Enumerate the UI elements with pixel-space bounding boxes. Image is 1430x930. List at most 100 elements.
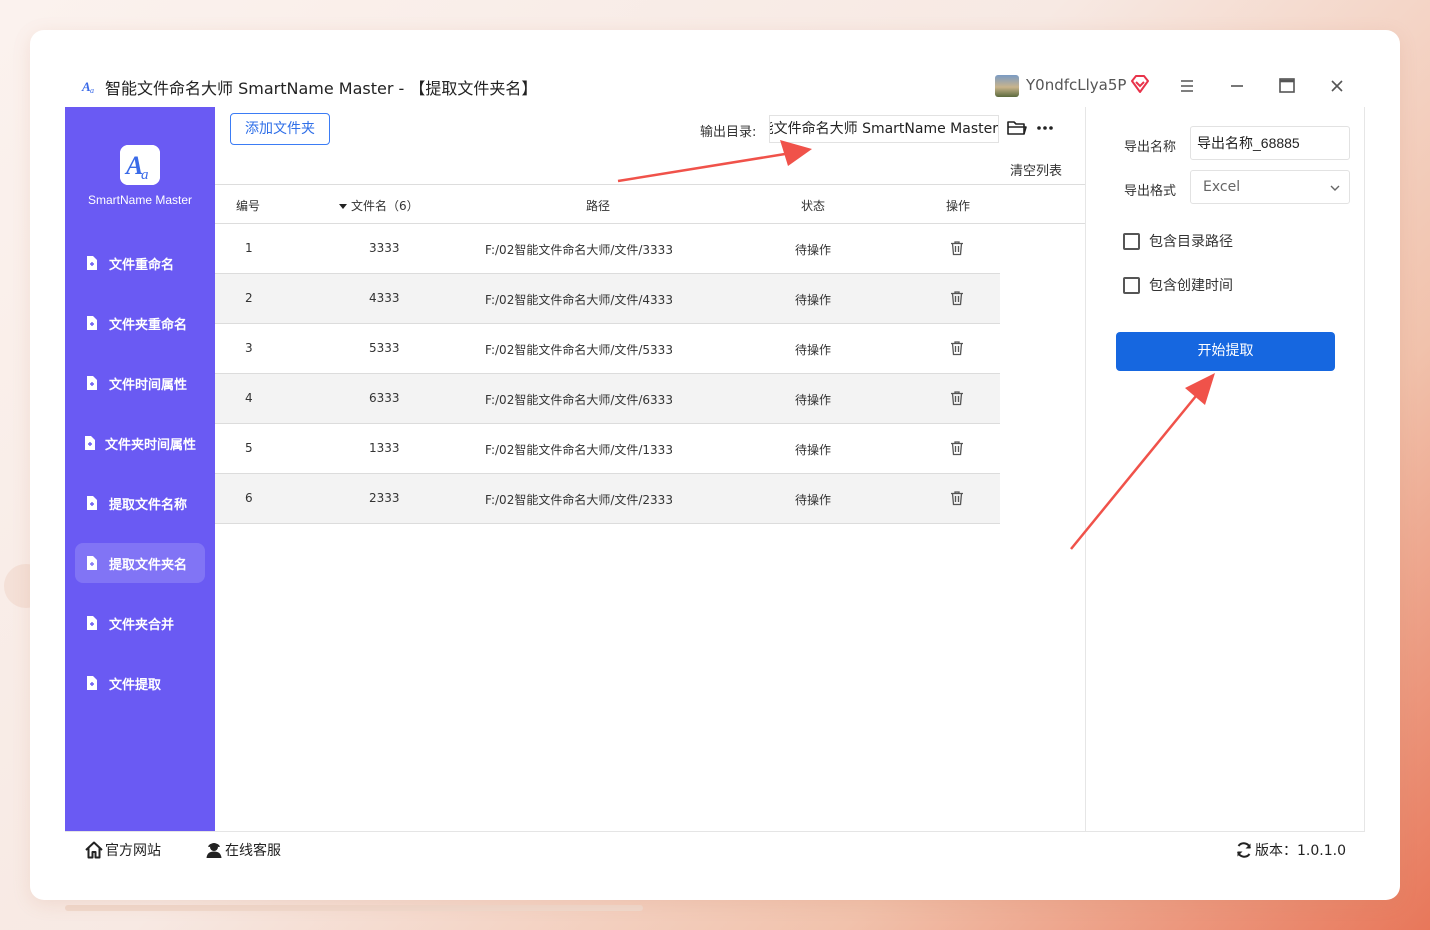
row-status: 待操作 <box>795 293 832 307</box>
trash-icon[interactable] <box>949 390 965 406</box>
sidebar-item-file-time[interactable]: 文件时间属性 <box>75 363 205 403</box>
home-icon <box>85 841 103 859</box>
file-icon <box>87 376 97 390</box>
background-decoration-bar <box>65 905 643 911</box>
trash-icon[interactable] <box>949 440 965 456</box>
sidebar-item-file-extract[interactable]: 文件提取 <box>75 663 205 703</box>
export-format-value: Excel <box>1203 179 1241 195</box>
vip-diamond-icon[interactable] <box>1130 74 1150 94</box>
support-label: 在线客服 <box>225 843 281 859</box>
row-status: 待操作 <box>795 393 832 407</box>
sidebar-item-label: 提取文件夹名 <box>109 557 188 573</box>
sidebar-item-label: 提取文件名称 <box>109 497 188 513</box>
column-header-path[interactable]: 路径 <box>586 197 610 214</box>
output-dir-field[interactable]: 能文件命名大师 SmartName Master <box>769 115 999 143</box>
row-name: 5333 <box>369 341 400 355</box>
sidebar-item-label: 文件重命名 <box>109 257 175 273</box>
close-button[interactable] <box>1324 73 1350 99</box>
folder-open-icon[interactable] <box>1007 119 1027 137</box>
file-icon <box>85 436 95 450</box>
trash-icon[interactable] <box>949 490 965 506</box>
output-dir-value: 能文件命名大师 SmartName Master <box>769 121 998 137</box>
sort-desc-icon <box>339 203 347 209</box>
main-panel: 添加文件夹 输出目录: 能文件命名大师 SmartName Master 清空列… <box>215 107 1085 831</box>
hamburger-menu-icon <box>1181 80 1193 92</box>
sidebar-item-label: 文件时间属性 <box>109 377 188 393</box>
row-index: 4 <box>245 391 253 405</box>
sidebar-item-label: 文件夹合并 <box>109 617 175 633</box>
minimize-button[interactable] <box>1224 73 1250 99</box>
output-dir-label: 输出目录: <box>700 125 757 140</box>
include-time-checkbox[interactable]: 包含创建时间 <box>1123 275 1233 295</box>
include-path-label: 包含目录路径 <box>1149 234 1233 250</box>
row-status: 待操作 <box>795 243 832 257</box>
table-row[interactable]: 1 3333 F:/02智能文件命名大师/文件/3333 待操作 <box>215 224 1000 274</box>
chevron-down-icon <box>1330 185 1340 191</box>
row-path: F:/02智能文件命名大师/文件/6333 <box>485 393 673 407</box>
row-status: 待操作 <box>795 343 832 357</box>
row-path: F:/02智能文件命名大师/文件/1333 <box>485 443 673 457</box>
trash-icon[interactable] <box>949 240 965 256</box>
maximize-button[interactable] <box>1274 73 1300 99</box>
sidebar-item-extract-filename[interactable]: 提取文件名称 <box>75 483 205 523</box>
column-header-name-label: 文件名（6） <box>351 199 419 213</box>
checkbox-box[interactable] <box>1123 232 1140 250</box>
column-header-status[interactable]: 状态 <box>801 197 825 214</box>
more-options-icon[interactable] <box>1035 119 1055 137</box>
website-label: 官方网站 <box>105 843 161 859</box>
row-status: 待操作 <box>795 493 832 507</box>
user-avatar[interactable] <box>995 75 1019 97</box>
sidebar-item-extract-foldername[interactable]: 提取文件夹名 <box>75 543 205 583</box>
online-support-link[interactable]: 在线客服 <box>205 840 281 860</box>
file-icon <box>87 616 97 630</box>
table-row[interactable]: 6 2333 F:/02智能文件命名大师/文件/2333 待操作 <box>215 474 1000 524</box>
customer-service-icon <box>206 843 222 858</box>
export-name-field[interactable]: 导出名称_68885 <box>1190 126 1350 160</box>
table-row[interactable]: 3 5333 F:/02智能文件命名大师/文件/5333 待操作 <box>215 324 1000 374</box>
username[interactable]: Y0ndfcLlya5P <box>1026 76 1126 94</box>
column-header-index[interactable]: 编号 <box>236 197 260 214</box>
row-name: 3333 <box>369 241 400 255</box>
row-name: 2333 <box>369 491 400 505</box>
refresh-icon <box>1237 842 1251 858</box>
trash-icon[interactable] <box>949 290 965 306</box>
svg-text:a: a <box>141 167 149 183</box>
clear-list-button[interactable]: 清空列表 <box>1010 160 1062 179</box>
start-extract-button[interactable]: 开始提取 <box>1116 332 1335 371</box>
file-icon <box>87 316 97 330</box>
row-path: F:/02智能文件命名大师/文件/5333 <box>485 343 673 357</box>
sidebar-item-folder-merge[interactable]: 文件夹合并 <box>75 603 205 643</box>
table-row[interactable]: 2 4333 F:/02智能文件命名大师/文件/4333 待操作 <box>215 274 1000 324</box>
sidebar-item-folder-time[interactable]: 文件夹时间属性 <box>75 423 205 463</box>
trash-icon[interactable] <box>949 340 965 356</box>
row-path: F:/02智能文件命名大师/文件/4333 <box>485 293 673 307</box>
export-name-label: 导出名称 <box>1124 140 1177 155</box>
row-path: F:/02智能文件命名大师/文件/2333 <box>485 493 673 507</box>
row-index: 1 <box>245 241 253 255</box>
file-icon <box>87 676 97 690</box>
include-path-checkbox[interactable]: 包含目录路径 <box>1123 231 1233 251</box>
table-header: 编号 文件名（6） 路径 状态 操作 <box>215 184 1085 224</box>
table-row[interactable]: 5 1333 F:/02智能文件命名大师/文件/1333 待操作 <box>215 424 1000 474</box>
logo-text: SmartName Master <box>87 193 193 207</box>
checkbox-box[interactable] <box>1123 276 1140 294</box>
export-format-select[interactable]: Excel <box>1190 170 1350 204</box>
official-website-link[interactable]: 官方网站 <box>85 840 161 860</box>
file-icon <box>87 556 97 570</box>
add-folder-button[interactable]: 添加文件夹 <box>230 113 330 145</box>
menu-button[interactable] <box>1174 73 1200 99</box>
sidebar-item-file-rename[interactable]: 文件重命名 <box>75 243 205 283</box>
row-name: 1333 <box>369 441 400 455</box>
row-index: 5 <box>245 441 253 455</box>
footer-bar: 官方网站 在线客服 版本：1.0.1.0 <box>65 831 1365 865</box>
title-bar: A a 智能文件命名大师 SmartName Master - 【提取文件夹名】… <box>65 65 1365 107</box>
row-index: 3 <box>245 341 253 355</box>
column-header-action: 操作 <box>946 199 971 213</box>
svg-text:a: a <box>90 86 94 95</box>
column-header-name[interactable]: 文件名（6） <box>338 197 419 214</box>
window-title: 智能文件命名大师 SmartName Master - 【提取文件夹名】 <box>105 79 538 98</box>
table-row[interactable]: 4 6333 F:/02智能文件命名大师/文件/6333 待操作 <box>215 374 1000 424</box>
version-label: 版本：1.0.1.0 <box>1255 843 1346 859</box>
sidebar-item-folder-rename[interactable]: 文件夹重命名 <box>75 303 205 343</box>
export-format-label: 导出格式 <box>1124 184 1177 199</box>
